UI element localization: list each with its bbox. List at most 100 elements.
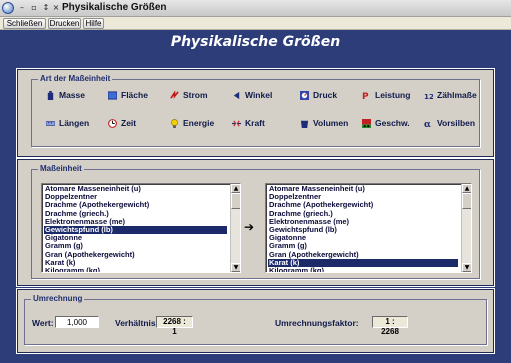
target-unit-list-item[interactable]: Karat (k) bbox=[268, 258, 458, 267]
unit-type-group: Art der Maßeinheit Masse Fläche Strom Wi… bbox=[31, 74, 480, 147]
scroll-up-icon[interactable]: ▲ bbox=[462, 184, 471, 193]
ratio-label: Verhältnis: bbox=[115, 318, 159, 328]
app-icon[interactable] bbox=[2, 2, 14, 14]
current-icon bbox=[170, 90, 179, 99]
unit-type-kraft[interactable]: Kraft bbox=[232, 116, 265, 130]
unit-type-druck[interactable]: Druck bbox=[300, 88, 337, 102]
unit-type-strom[interactable]: Strom bbox=[170, 88, 208, 102]
arrow-right-icon: ➔ bbox=[244, 220, 255, 234]
maximize-icon[interactable]: ▫ bbox=[28, 2, 40, 14]
target-unit-list-item[interactable]: Atomare Masseneinheit (u) bbox=[268, 185, 458, 193]
svg-text:12: 12 bbox=[424, 92, 433, 100]
unit-type-zeit[interactable]: Zeit bbox=[108, 116, 136, 130]
power-icon: P bbox=[362, 92, 369, 100]
target-unit-list-item[interactable]: Gewichtspfund (lb) bbox=[268, 226, 458, 234]
unit-type-leistung[interactable]: P Leistung bbox=[362, 88, 410, 102]
source-unit-list-item[interactable]: Atomare Masseneinheit (u) bbox=[44, 185, 227, 193]
unit-type-label-druck: Druck bbox=[313, 90, 338, 100]
source-unit-list-item[interactable]: Gran (Apothekergewicht) bbox=[44, 251, 227, 259]
unit-type-frame: Art der Maßeinheit Masse Fläche Strom Wi… bbox=[16, 68, 495, 158]
pressure-icon bbox=[300, 90, 309, 100]
source-unit-list-item[interactable]: Gramm (g) bbox=[44, 242, 227, 250]
angle-icon bbox=[233, 91, 240, 99]
scroll-up-icon[interactable]: ▲ bbox=[231, 184, 240, 193]
speed-icon bbox=[362, 118, 371, 128]
factor-value: 1 : 2268 bbox=[372, 316, 408, 336]
source-unit-list-item[interactable]: Elektronenmasse (me) bbox=[44, 218, 227, 226]
count-icon: 12 bbox=[424, 92, 433, 100]
print-button[interactable]: Drucken bbox=[48, 18, 81, 29]
target-unit-list-item[interactable]: Doppelzentner bbox=[268, 193, 458, 201]
source-unit-list-item[interactable]: Drachme (griech.) bbox=[44, 210, 227, 218]
source-unit-list-item[interactable]: Kilogramm (kg) bbox=[44, 267, 227, 272]
target-unit-scrollbar[interactable]: ▲ ▼ bbox=[461, 184, 471, 272]
target-unit-list-item[interactable]: Gran (Apothekergewicht) bbox=[268, 251, 458, 259]
svg-text:P: P bbox=[362, 92, 369, 100]
source-unit-list-item[interactable]: Gigatonne bbox=[44, 234, 227, 242]
title-bar[interactable]: – ▫ ↕ × Physikalische Größen bbox=[0, 0, 511, 17]
source-unit-list-item[interactable]: Gewichtspfund (lb) bbox=[44, 225, 227, 235]
value-label: Wert: bbox=[32, 318, 54, 328]
bulb-icon bbox=[171, 118, 178, 128]
target-unit-list[interactable]: Atomare Masseneinheit (u) Doppelzentner Dr… bbox=[265, 183, 472, 273]
window-title: Physikalische Größen bbox=[62, 2, 167, 13]
target-unit-list-item[interactable]: Gigatonne bbox=[268, 234, 458, 242]
minimize-icon[interactable]: – bbox=[16, 2, 28, 14]
close-button[interactable]: Schließen bbox=[3, 18, 46, 29]
unit-type-label-zaehlmasse: Zählmaße bbox=[437, 90, 477, 100]
target-unit-list-item[interactable]: Kilogramm (kg) bbox=[268, 267, 458, 272]
close-icon[interactable]: × bbox=[50, 2, 62, 14]
conversion-group: Umrechnung Wert: Verhältnis: 2268 : 1 Um… bbox=[24, 294, 487, 345]
unit-type-vorsilben[interactable]: α Vorsilben bbox=[424, 116, 475, 130]
menu-bar: Schließen Drucken Hilfe bbox=[0, 17, 511, 30]
main-panel: Physikalische Größen Art der Maßeinheit … bbox=[0, 30, 511, 363]
unit-type-flaeche[interactable]: Fläche bbox=[108, 88, 148, 102]
target-unit-list-item[interactable]: Elektronenmasse (me) bbox=[268, 218, 458, 226]
source-unit-list[interactable]: Atomare Masseneinheit (u) Doppelzentner Dr… bbox=[41, 183, 241, 273]
unit-type-label-flaeche: Fläche bbox=[121, 90, 148, 100]
target-unit-items: Atomare Masseneinheit (u) Doppelzentner Dr… bbox=[268, 185, 458, 272]
clock-icon bbox=[108, 118, 117, 128]
unit-type-volumen[interactable]: Volumen bbox=[300, 116, 348, 130]
target-unit-list-item[interactable]: Gramm (g) bbox=[268, 242, 458, 250]
unit-type-laengen[interactable]: Längen bbox=[46, 116, 89, 130]
length-icon bbox=[46, 120, 55, 126]
scroll-down-icon[interactable]: ▼ bbox=[231, 263, 240, 272]
target-unit-list-item[interactable]: Drachme (griech.) bbox=[268, 210, 458, 218]
source-unit-list-item[interactable]: Doppelzentner bbox=[44, 193, 227, 201]
source-unit-list-item[interactable]: Karat (k) bbox=[44, 259, 227, 267]
value-input[interactable] bbox=[55, 316, 99, 328]
unit-type-label-kraft: Kraft bbox=[245, 118, 265, 128]
unit-type-winkel[interactable]: Winkel bbox=[232, 88, 272, 102]
help-button[interactable]: Hilfe bbox=[83, 18, 104, 29]
source-unit-scrollbar[interactable]: ▲ ▼ bbox=[230, 184, 240, 272]
unit-type-label-energie: Energie bbox=[183, 118, 215, 128]
unit-type-label-vorsilben: Vorsilben bbox=[437, 118, 476, 128]
unit-type-label: Art der Maßeinheit bbox=[38, 74, 113, 83]
factor-label: Umrechnungsfaktor: bbox=[275, 318, 359, 328]
unit-type-label-geschw: Geschw. bbox=[375, 118, 410, 128]
unit-type-label-leistung: Leistung bbox=[375, 90, 411, 100]
conversion-label: Umrechnung bbox=[31, 294, 85, 303]
unit-type-zaehlmasse[interactable]: 12 Zählmaße bbox=[424, 88, 477, 102]
unit-type-label-strom: Strom bbox=[183, 90, 208, 100]
force-icon bbox=[232, 120, 241, 126]
scroll-down-icon[interactable]: ▼ bbox=[462, 263, 471, 272]
unit-type-energie[interactable]: Energie bbox=[170, 116, 214, 130]
unit-type-label-masse: Masse bbox=[59, 90, 85, 100]
svg-text:α: α bbox=[424, 120, 431, 128]
weight-icon bbox=[47, 90, 54, 100]
unit-frame: Maßeinheit Atomare Masseneinheit (u) Dopp… bbox=[16, 158, 495, 287]
unit-type-geschw[interactable]: Geschw. bbox=[362, 116, 410, 130]
area-icon bbox=[108, 90, 117, 100]
unit-type-masse[interactable]: Masse bbox=[46, 88, 85, 102]
target-unit-list-item[interactable]: Drachme (Apothekergewicht) bbox=[268, 201, 458, 209]
unit-type-label-volumen: Volumen bbox=[313, 118, 349, 128]
source-unit-list-item[interactable]: Drachme (Apothekergewicht) bbox=[44, 201, 227, 209]
ratio-value: 2268 : 1 bbox=[156, 316, 193, 336]
scroll-thumb[interactable] bbox=[462, 193, 471, 209]
prefix-icon: α bbox=[424, 120, 431, 128]
volume-icon bbox=[300, 120, 309, 128]
unit-group: Maßeinheit Atomare Masseneinheit (u) Dopp… bbox=[31, 164, 480, 279]
scroll-thumb[interactable] bbox=[231, 193, 240, 209]
